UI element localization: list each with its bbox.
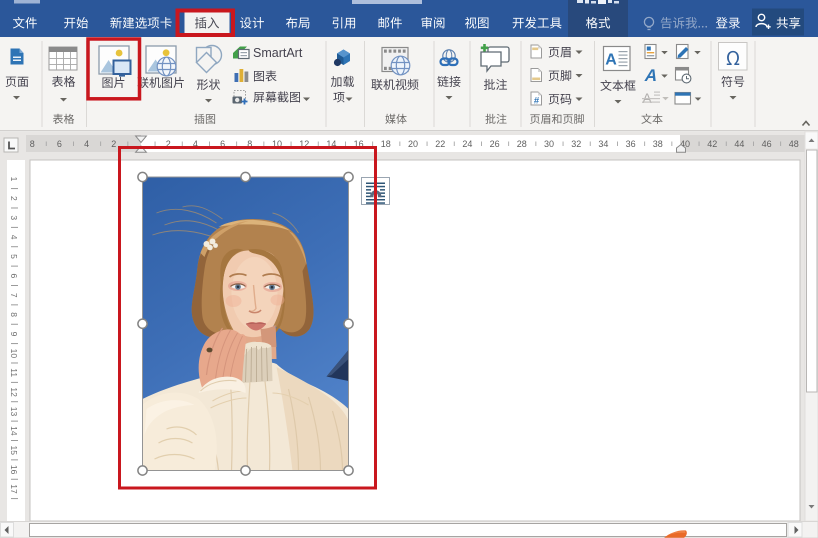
svg-text:11: 11 bbox=[9, 368, 19, 377]
svg-text:48: 48 bbox=[789, 139, 799, 149]
svg-text:A: A bbox=[605, 52, 617, 69]
svg-text:18: 18 bbox=[381, 139, 391, 149]
svg-text:36: 36 bbox=[626, 139, 636, 149]
svg-text:8: 8 bbox=[9, 312, 19, 317]
svg-text:5: 5 bbox=[9, 254, 19, 259]
svg-text:20: 20 bbox=[408, 139, 418, 149]
svg-text:28: 28 bbox=[517, 139, 527, 149]
svg-text:13: 13 bbox=[9, 407, 19, 417]
svg-text:9: 9 bbox=[9, 332, 19, 337]
svg-text:2: 2 bbox=[9, 196, 19, 201]
svg-text:4: 4 bbox=[9, 235, 19, 240]
svg-text:17: 17 bbox=[9, 484, 19, 494]
svg-text:30: 30 bbox=[544, 139, 554, 149]
svg-text:38: 38 bbox=[653, 139, 663, 149]
svg-text:7: 7 bbox=[9, 293, 19, 298]
svg-text:22: 22 bbox=[435, 139, 445, 149]
svg-text:6: 6 bbox=[57, 139, 62, 149]
svg-text:8: 8 bbox=[30, 139, 35, 149]
svg-text:#: # bbox=[534, 96, 540, 107]
svg-text:2: 2 bbox=[111, 139, 116, 149]
svg-text:26: 26 bbox=[490, 139, 500, 149]
svg-text:6: 6 bbox=[9, 274, 19, 279]
svg-text:14: 14 bbox=[9, 426, 19, 436]
svg-text:4: 4 bbox=[84, 139, 89, 149]
svg-text:SmartArt: SmartArt bbox=[253, 46, 303, 60]
svg-text:1: 1 bbox=[9, 177, 19, 182]
svg-text:16: 16 bbox=[9, 465, 19, 475]
svg-text:44: 44 bbox=[734, 139, 744, 149]
svg-text:15: 15 bbox=[9, 445, 19, 455]
svg-text:34: 34 bbox=[598, 139, 608, 149]
svg-text:3: 3 bbox=[9, 215, 19, 220]
svg-text:46: 46 bbox=[762, 139, 772, 149]
svg-text:12: 12 bbox=[9, 387, 19, 397]
svg-text:32: 32 bbox=[571, 139, 581, 149]
svg-text:42: 42 bbox=[707, 139, 717, 149]
svg-text:10: 10 bbox=[9, 349, 19, 359]
svg-text:24: 24 bbox=[462, 139, 472, 149]
